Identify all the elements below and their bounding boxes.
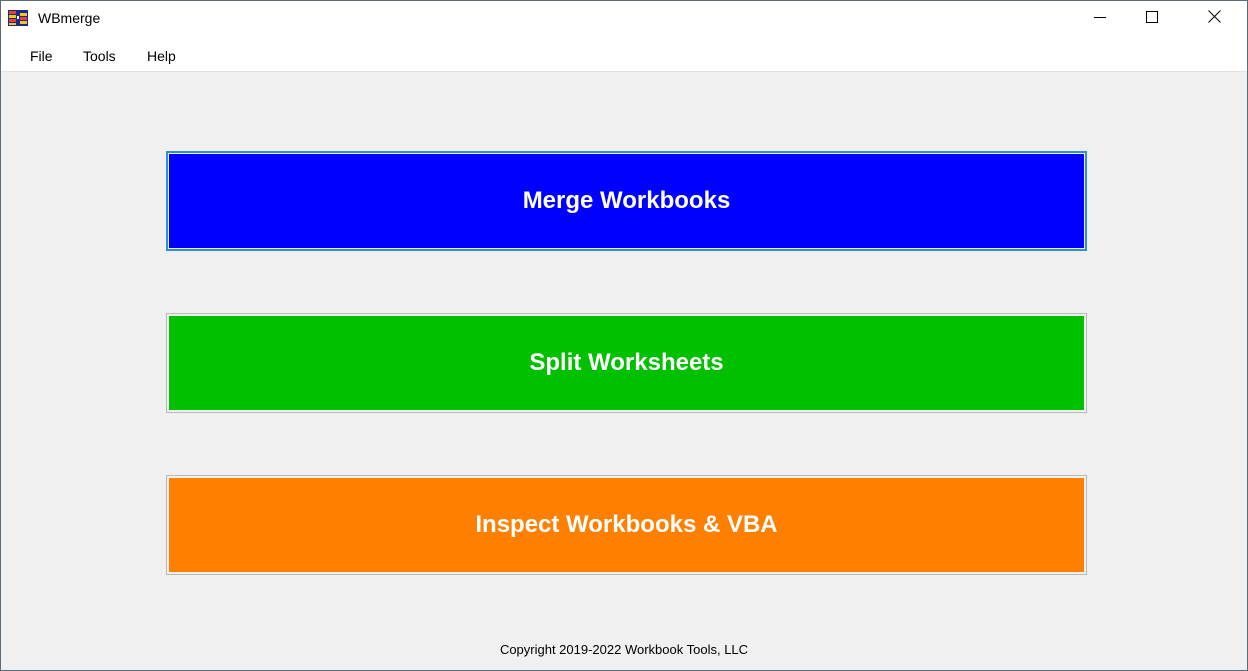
inspect-workbooks-vba-label: Inspect Workbooks & VBA (169, 478, 1084, 572)
close-button[interactable] (1191, 1, 1237, 37)
split-worksheets-button[interactable]: Split Worksheets (166, 313, 1087, 413)
maximize-icon (1146, 10, 1158, 28)
menu-tools[interactable]: Tools (81, 48, 118, 64)
split-worksheets-label: Split Worksheets (169, 316, 1084, 410)
copyright-text: Copyright 2019-2022 Workbook Tools, LLC (499, 642, 749, 657)
inspect-workbooks-vba-button[interactable]: Inspect Workbooks & VBA (166, 475, 1087, 575)
app-window: WBmerge File Tools Help Merge Workbooks (0, 0, 1248, 671)
menu-bar: File Tools Help (1, 37, 1247, 72)
title-bar[interactable]: WBmerge (1, 1, 1247, 37)
menu-file[interactable]: File (28, 48, 55, 64)
menu-help[interactable]: Help (145, 48, 178, 64)
window-title: WBmerge (38, 10, 101, 26)
close-icon (1207, 10, 1221, 28)
minimize-button[interactable] (1077, 1, 1123, 37)
maximize-button[interactable] (1129, 1, 1175, 37)
wbmerge-app-icon (8, 10, 28, 26)
merge-workbooks-label: Merge Workbooks (169, 154, 1084, 248)
merge-workbooks-button[interactable]: Merge Workbooks (166, 151, 1087, 251)
minimize-icon (1094, 10, 1106, 28)
